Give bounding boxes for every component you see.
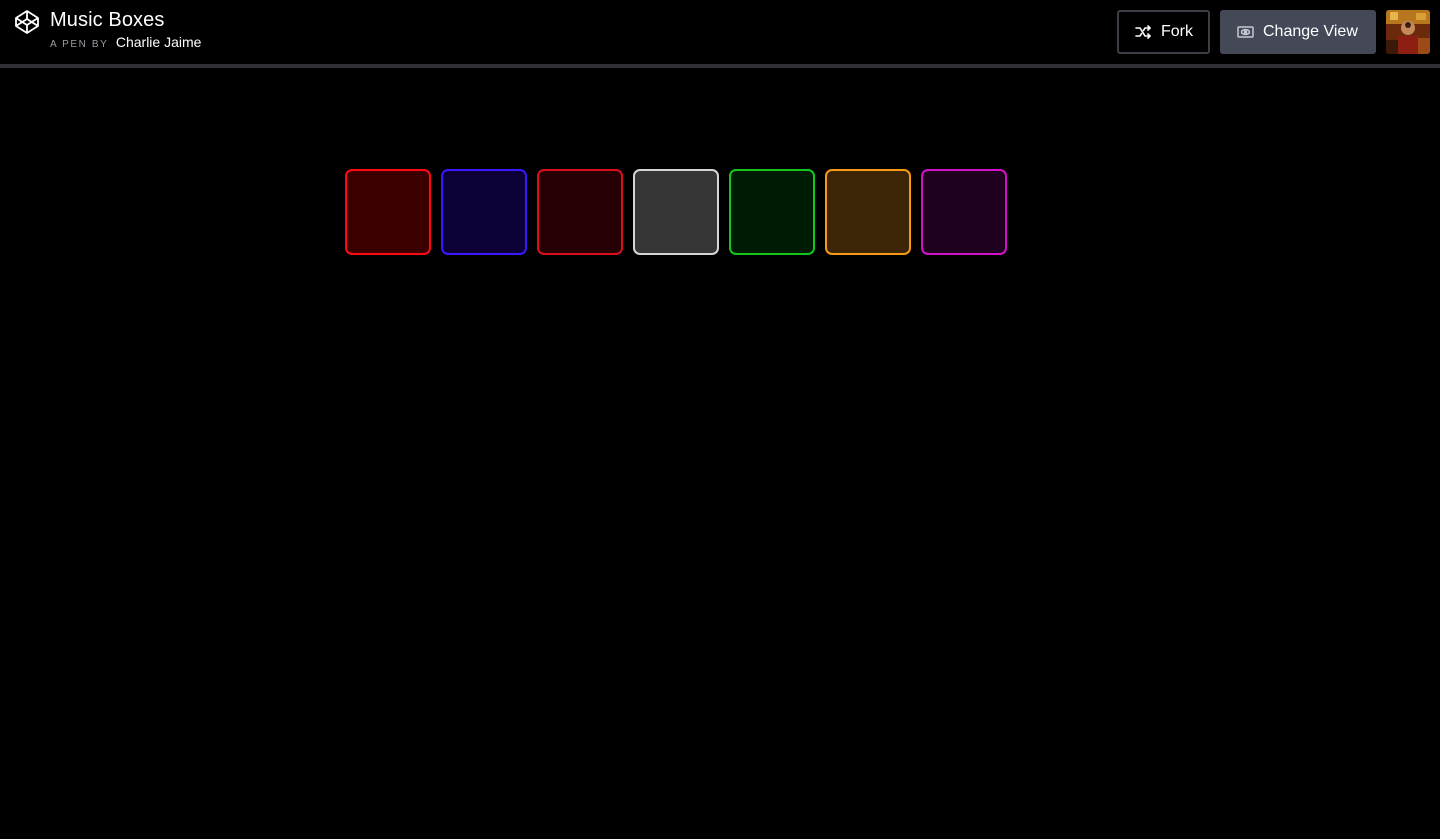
byline: A PEN BY Charlie Jaime: [50, 33, 201, 54]
codepen-logo-icon[interactable]: [14, 9, 40, 35]
pen-title: Music Boxes: [50, 9, 165, 31]
pen-info: Music Boxes A PEN BY Charlie Jaime: [50, 8, 201, 54]
fork-icon: [1135, 25, 1151, 39]
fork-button[interactable]: Fork: [1117, 10, 1210, 54]
music-box-magenta[interactable]: [921, 169, 1007, 255]
author-link[interactable]: Charlie Jaime: [116, 34, 202, 50]
eye-view-icon: [1237, 26, 1254, 38]
music-box-red[interactable]: [345, 169, 431, 255]
pen-preview: [0, 68, 1440, 839]
music-box-orange[interactable]: [825, 169, 911, 255]
change-view-button[interactable]: Change View: [1220, 10, 1376, 54]
music-box-green[interactable]: [729, 169, 815, 255]
music-box-blue[interactable]: [441, 169, 527, 255]
music-box-crimson[interactable]: [537, 169, 623, 255]
fork-label: Fork: [1161, 23, 1193, 40]
music-box-white[interactable]: [633, 169, 719, 255]
change-view-label: Change View: [1263, 23, 1358, 40]
byline-label: A PEN BY: [50, 39, 109, 50]
header: Music Boxes A PEN BY Charlie Jaime Fork …: [0, 0, 1440, 64]
user-avatar[interactable]: [1386, 10, 1430, 54]
